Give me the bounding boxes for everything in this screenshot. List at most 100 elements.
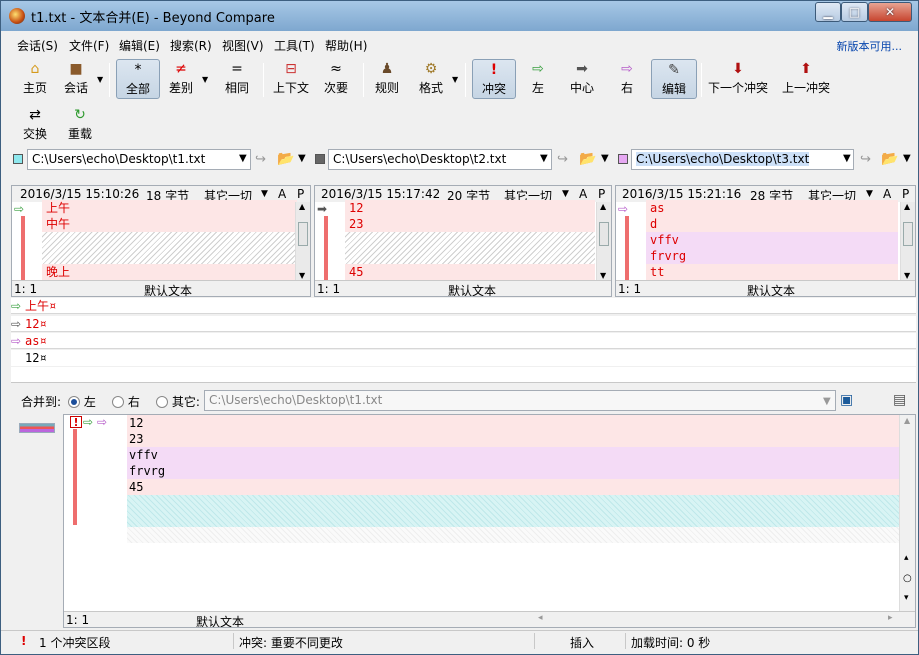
left-a-toggle[interactable]: A — [278, 187, 286, 201]
close-button[interactable]: ✕ — [868, 2, 912, 22]
right-format-label: 默认文本 — [747, 284, 796, 297]
center-p-toggle[interactable]: P — [598, 187, 605, 201]
center-open-folder-icon[interactable]: 📂 — [579, 151, 596, 167]
swap-button[interactable]: ⇄ 交换 — [21, 105, 49, 145]
center-folder-dropdown-icon[interactable]: ▼ — [601, 153, 609, 164]
take-right-arrow-icon[interactable]: ⇨ — [97, 415, 107, 429]
right-a-toggle[interactable]: A — [883, 187, 891, 201]
show-diffs-button[interactable]: ≠ 差别 — [165, 59, 197, 99]
center-vertical-scrollbar[interactable]: ▲ ▼ — [596, 202, 611, 280]
new-version-link[interactable]: 新版本可用... — [837, 38, 903, 54]
center-encoding-dropdown-icon[interactable]: ▼ — [562, 189, 569, 199]
right-folder-dropdown-icon[interactable]: ▼ — [903, 153, 911, 164]
rules-button[interactable]: ♟ 规则 — [373, 59, 401, 99]
right-scroll-thumb[interactable] — [903, 222, 913, 246]
reload-button[interactable]: ↻ 重载 — [65, 105, 95, 145]
scroll-up-icon[interactable]: ▲ — [904, 416, 910, 425]
scroll-up-icon[interactable]: ▲ — [600, 202, 606, 211]
conflicts-button[interactable]: ! 冲突 — [472, 59, 516, 99]
output-vertical-scrollbar[interactable]: ▲ ▴ ○ ▾ — [899, 415, 915, 611]
merge-to-other-radio[interactable]: 其它: — [156, 393, 200, 410]
center-scroll-thumb[interactable] — [599, 222, 609, 246]
left-merge-arrow-icon[interactable]: ⇨ — [14, 202, 30, 216]
show-same-button[interactable]: = 相同 — [221, 59, 253, 99]
center-file-pane[interactable]: 2016/3/15 15:17:42 20 字节 其它一切 ▼ A P ➡ 12… — [314, 185, 612, 297]
merge-row-arrow-icon: ⇨ — [11, 317, 22, 331]
left-path-dropdown-icon[interactable]: ▼ — [239, 153, 247, 164]
menu-file[interactable]: 文件(F) — [69, 37, 109, 54]
minimize-button[interactable]: ▁ — [815, 2, 841, 22]
right-button[interactable]: ⇨ 右 — [615, 59, 639, 99]
right-path-dropdown-icon[interactable]: ▼ — [843, 153, 851, 164]
session-button[interactable]: ■ 会话 — [59, 59, 93, 99]
menu-view[interactable]: 视图(V) — [222, 37, 264, 54]
left-path-input[interactable]: C:\Users\echo\Desktop\t1.txt — [27, 149, 251, 170]
left-file-pane[interactable]: 2016/3/15 15:10:26 18 字节 其它一切 ▼ A P ⇨ 上午… — [11, 185, 311, 297]
left-p-toggle[interactable]: P — [297, 187, 304, 201]
left-open-folder-icon[interactable]: 📂 — [277, 151, 294, 167]
scroll-down-icon[interactable]: ▼ — [904, 271, 910, 280]
scroll-up-icon[interactable]: ▲ — [299, 202, 305, 211]
menu-search[interactable]: 搜索(R) — [170, 37, 212, 54]
home-button[interactable]: ⌂ 主页 — [19, 59, 51, 99]
next-section-icon[interactable]: ▾ — [904, 593, 909, 603]
format-button[interactable]: ⚙ 格式 — [416, 59, 446, 99]
center-merge-arrow-icon[interactable]: ➡ — [317, 202, 333, 216]
right-p-toggle[interactable]: P — [902, 187, 909, 201]
center-history-icon[interactable]: ↪ — [557, 152, 568, 167]
left-folder-dropdown-icon[interactable]: ▼ — [298, 153, 306, 164]
maximize-icon: □ — [848, 5, 861, 19]
left-history-icon[interactable]: ↪ — [255, 152, 266, 167]
take-left-arrow-icon[interactable]: ⇨ — [83, 415, 93, 429]
merge-to-left-radio[interactable]: 左 — [68, 393, 96, 410]
left-encoding-dropdown-icon[interactable]: ▼ — [261, 189, 268, 199]
scroll-down-icon[interactable]: ▼ — [299, 271, 305, 280]
right-vertical-scrollbar[interactable]: ▲ ▼ — [900, 202, 915, 280]
scroll-up-icon[interactable]: ▲ — [904, 202, 910, 211]
center-path-dropdown-icon[interactable]: ▼ — [540, 153, 548, 164]
right-file-pane[interactable]: 2016/3/15 15:21:16 28 字节 其它一切 ▼ A P ⇨ as… — [615, 185, 916, 297]
center-button[interactable]: ➡ 中心 — [567, 59, 597, 99]
arrow-right-purple-icon: ⇨ — [621, 61, 633, 77]
current-section-icon[interactable]: ○ — [903, 573, 912, 584]
format-dropdown-icon[interactable]: ▼ — [452, 75, 458, 84]
show-all-button[interactable]: * 全部 — [116, 59, 160, 99]
right-history-icon[interactable]: ↪ — [860, 152, 871, 167]
save-icon[interactable]: ▣ — [840, 392, 853, 408]
diff-overview-thumbnail[interactable] — [19, 423, 55, 433]
menu-edit[interactable]: 编辑(E) — [119, 37, 160, 54]
output-format-label: 默认文本 — [196, 615, 245, 628]
right-merge-arrow-icon[interactable]: ⇨ — [618, 202, 634, 216]
gear-icon: ⚙ — [424, 61, 438, 77]
right-path-input[interactable]: C:\Users\echo\Desktop\t3.txt — [631, 149, 854, 170]
maximize-button[interactable]: □ — [841, 2, 868, 22]
prev-conflict-button[interactable]: ⬆ 上一冲突 — [780, 59, 832, 99]
left-scroll-thumb[interactable] — [298, 222, 308, 246]
session-dropdown-icon[interactable]: ▼ — [97, 75, 103, 84]
menu-tools[interactable]: 工具(T) — [274, 37, 315, 54]
prev-section-icon[interactable]: ▴ — [904, 553, 909, 563]
left-button[interactable]: ⇨ 左 — [526, 59, 550, 99]
next-conflict-button[interactable]: ⬇ 下一个冲突 — [707, 59, 769, 99]
edit-button[interactable]: ✎ 编辑 — [651, 59, 697, 99]
scroll-left-icon[interactable]: ◂ — [538, 613, 543, 623]
scroll-right-icon[interactable]: ▸ — [888, 613, 893, 623]
left-vertical-scrollbar[interactable]: ▲ ▼ — [295, 202, 310, 280]
diffs-dropdown-icon[interactable]: ▼ — [202, 75, 208, 84]
menu-help[interactable]: 帮助(H) — [325, 37, 367, 54]
center-a-toggle[interactable]: A — [579, 187, 587, 201]
right-open-folder-icon[interactable]: 📂 — [881, 151, 898, 167]
right-encoding-dropdown-icon[interactable]: ▼ — [866, 189, 873, 199]
menu-session[interactable]: 会话(S) — [17, 37, 58, 54]
layout-icon[interactable]: ▤ — [893, 392, 906, 408]
merge-to-right-radio[interactable]: 右 — [112, 393, 140, 410]
conflict-marker-icon[interactable]: ! — [70, 416, 82, 428]
output-line-4: frvrg — [127, 463, 899, 479]
minor-button[interactable]: ≈ 次要 — [321, 59, 351, 99]
center-path-input[interactable]: C:\Users\echo\Desktop\t2.txt — [328, 149, 552, 170]
context-button[interactable]: ⊟ 上下文 — [271, 59, 311, 99]
output-path-dropdown-icon[interactable]: ▼ — [823, 396, 831, 407]
scroll-down-icon[interactable]: ▼ — [600, 271, 606, 280]
merge-output-pane[interactable]: ! ⇨ ⇨ 12 23 vffv frvrg 45 ▲ ▴ ○ ▾ 1: 1 默… — [63, 414, 916, 628]
merge-output-path-input[interactable]: C:\Users\echo\Desktop\t1.txt — [204, 390, 836, 411]
